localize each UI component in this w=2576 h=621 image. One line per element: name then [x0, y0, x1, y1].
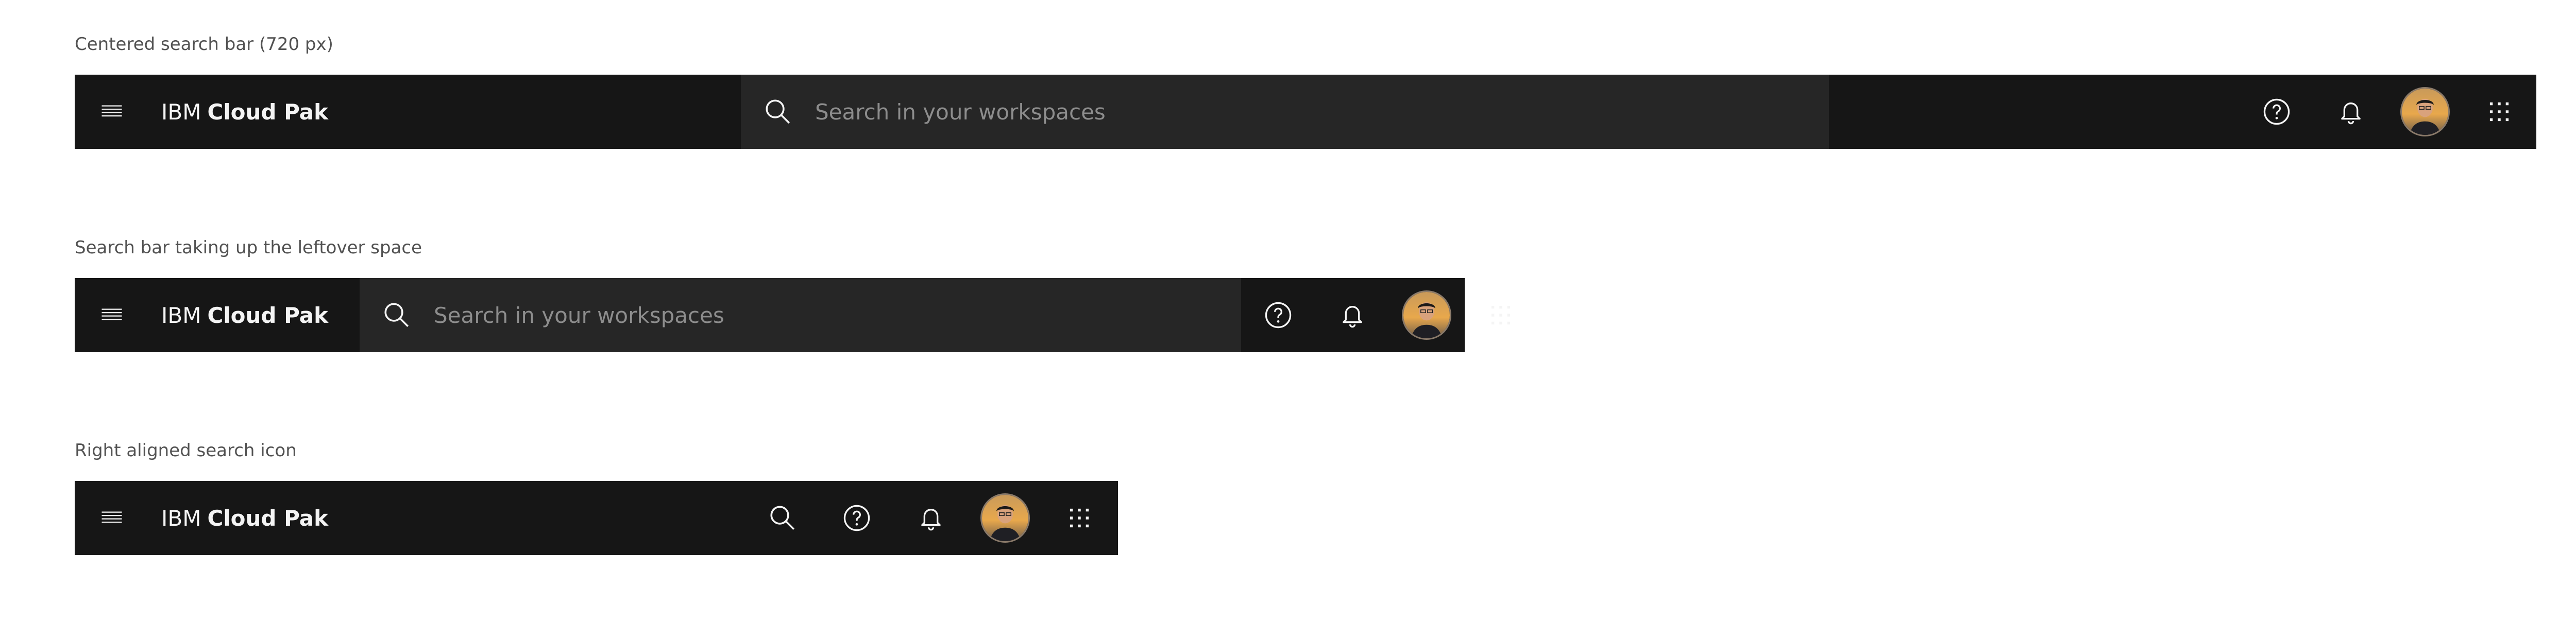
- notification-icon: [921, 509, 941, 531]
- help-icon: [843, 505, 870, 531]
- user-avatar: [980, 493, 1030, 543]
- app-switcher-button[interactable]: [1464, 278, 1538, 352]
- app-switcher-icon: [1491, 305, 1511, 325]
- search-icon: [766, 99, 790, 124]
- menu-button[interactable]: [75, 75, 149, 149]
- brand-name[interactable]: IBM Cloud Pak: [161, 481, 328, 555]
- notification-button[interactable]: [1315, 278, 1389, 352]
- menu-icon: [101, 105, 122, 117]
- brand-product: Cloud Pak: [207, 505, 329, 531]
- app-switcher-button[interactable]: [1042, 481, 1116, 555]
- menu-icon: [101, 308, 122, 320]
- help-button[interactable]: [2240, 75, 2314, 149]
- brand-name[interactable]: IBM Cloud Pak: [161, 278, 328, 352]
- help-icon: [2263, 98, 2290, 125]
- menu-button[interactable]: [75, 481, 149, 555]
- search-input[interactable]: [815, 86, 1829, 137]
- menu-icon: [101, 511, 122, 523]
- brand-product: Cloud Pak: [207, 99, 329, 125]
- notification-button[interactable]: [894, 481, 968, 555]
- section-label-centered: Centered search bar (720 px): [75, 34, 333, 55]
- avatar-button[interactable]: [968, 481, 1042, 555]
- search-icon-wrap: [360, 278, 434, 352]
- header-centered-search: IBM Cloud Pak: [75, 75, 2536, 149]
- header-leftover-search: IBM Cloud Pak: [75, 278, 1511, 352]
- header-search-icon: IBM Cloud Pak: [75, 481, 1118, 555]
- menu-button[interactable]: [75, 278, 149, 352]
- app-switcher-button[interactable]: [2462, 75, 2536, 149]
- app-switcher-icon: [1070, 508, 1089, 528]
- avatar-button[interactable]: [1389, 278, 1464, 352]
- app-switcher-icon: [2489, 102, 2509, 122]
- search-icon-wrap: [741, 75, 815, 149]
- brand-product: Cloud Pak: [207, 302, 329, 328]
- search-button[interactable]: [745, 481, 820, 555]
- section-label-leftover: Search bar taking up the leftover space: [75, 237, 422, 258]
- user-avatar: [1402, 290, 1451, 340]
- help-icon: [1265, 302, 1292, 329]
- brand-name[interactable]: IBM Cloud Pak: [161, 75, 328, 149]
- search-bar[interactable]: [741, 75, 1829, 149]
- search-icon: [770, 506, 795, 530]
- avatar-button[interactable]: [2388, 75, 2462, 149]
- brand-prefix: IBM: [161, 99, 201, 125]
- brand-prefix: IBM: [161, 302, 201, 328]
- user-avatar: [2400, 87, 2450, 136]
- notification-icon: [2341, 102, 2361, 125]
- search-icon: [384, 303, 409, 327]
- notification-button[interactable]: [2314, 75, 2388, 149]
- notification-icon: [1343, 306, 1362, 328]
- search-input[interactable]: [434, 289, 1241, 341]
- section-label-right-aligned: Right aligned search icon: [75, 440, 297, 461]
- search-bar[interactable]: [360, 278, 1241, 352]
- help-button[interactable]: [820, 481, 894, 555]
- help-button[interactable]: [1241, 278, 1315, 352]
- brand-prefix: IBM: [161, 505, 201, 531]
